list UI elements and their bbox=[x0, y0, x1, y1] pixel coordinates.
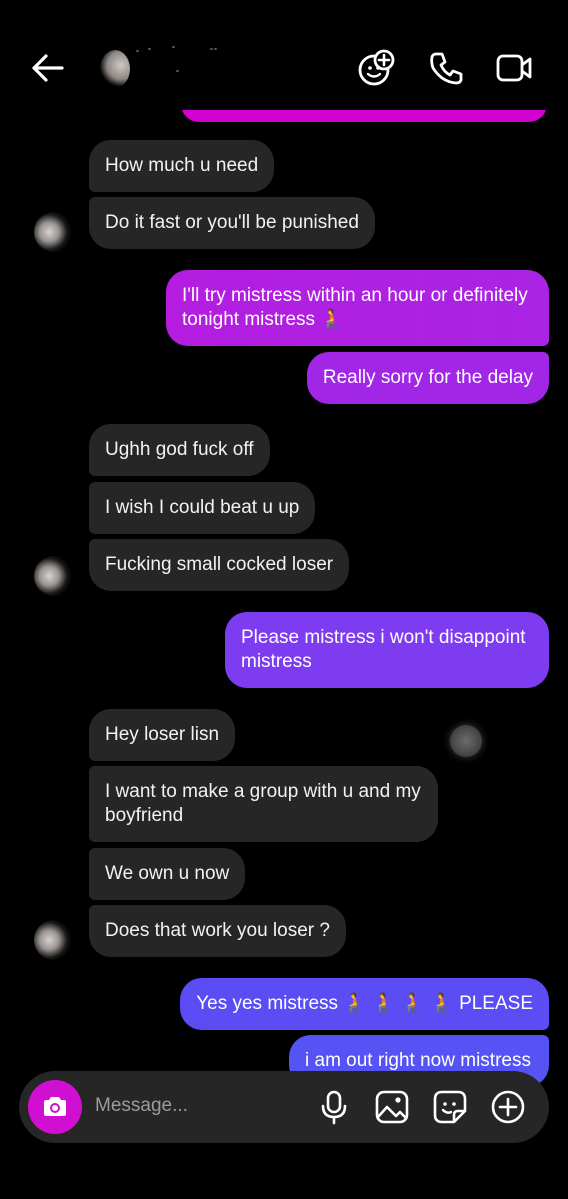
message-composer: Message... bbox=[19, 1071, 549, 1143]
message-received[interactable]: Ughh god fuck off bbox=[89, 424, 270, 476]
arrow-left-icon bbox=[32, 54, 64, 82]
sender-avatar[interactable] bbox=[34, 920, 74, 960]
message-received[interactable]: Hey loser lisn bbox=[89, 709, 236, 761]
more-options-button[interactable] bbox=[490, 1089, 526, 1125]
bottom-background bbox=[0, 1143, 568, 1199]
message-received[interactable]: We own u now bbox=[89, 848, 246, 900]
sender-avatar[interactable] bbox=[34, 556, 74, 596]
message-sent[interactable]: I'll try mistress within an hour or defi… bbox=[166, 270, 549, 346]
message-received[interactable]: Does that work you loser ? bbox=[89, 905, 346, 957]
video-camera-icon bbox=[496, 54, 532, 82]
add-icon bbox=[491, 1090, 525, 1124]
sticker-icon bbox=[433, 1090, 467, 1124]
voice-message-button[interactable] bbox=[316, 1089, 352, 1125]
video-call-button[interactable] bbox=[494, 48, 534, 88]
gallery-icon bbox=[375, 1090, 409, 1124]
contact-name-redacted[interactable] bbox=[132, 40, 232, 80]
camera-icon bbox=[44, 1097, 66, 1116]
video-effects-button[interactable] bbox=[356, 48, 396, 88]
camera-button[interactable] bbox=[28, 1080, 82, 1134]
message-sent[interactable]: Really sorry for the delay bbox=[306, 352, 549, 404]
voice-call-button[interactable] bbox=[426, 48, 466, 88]
gallery-button[interactable] bbox=[374, 1089, 410, 1125]
message-received[interactable]: How much u need bbox=[89, 140, 275, 192]
phone-icon bbox=[430, 52, 463, 85]
contact-avatar[interactable] bbox=[100, 50, 130, 88]
sender-avatar[interactable] bbox=[34, 212, 74, 252]
microphone-icon bbox=[321, 1090, 347, 1125]
sticker-button[interactable] bbox=[432, 1089, 468, 1125]
message-received[interactable]: I want to make a group with u and my boy… bbox=[89, 766, 438, 842]
message-received[interactable]: Fucking small cocked loser bbox=[89, 539, 350, 591]
touch-indicator bbox=[450, 725, 482, 757]
message-received[interactable]: Do it fast or you'll be punished bbox=[89, 197, 375, 249]
message-received[interactable]: I wish I could beat u up bbox=[89, 482, 316, 534]
chat-header bbox=[0, 0, 568, 110]
back-button[interactable] bbox=[28, 50, 68, 86]
message-input[interactable]: Message... bbox=[95, 1095, 188, 1117]
message-sent[interactable]: Yes yes mistress 🧎 🧎 🧎 🧎 PLEASE bbox=[180, 978, 549, 1030]
video-effects-icon bbox=[358, 49, 395, 86]
message-sent[interactable]: Please mistress i won't disappoint mistr… bbox=[225, 612, 549, 688]
